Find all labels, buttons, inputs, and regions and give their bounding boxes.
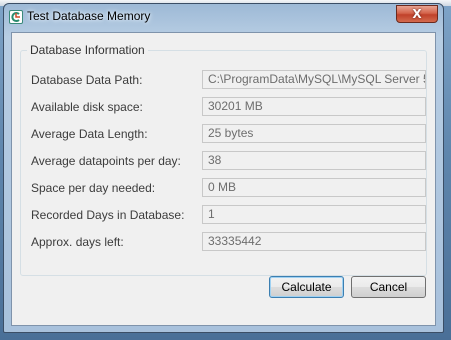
label-average-data-length: Average Data Length:	[31, 127, 148, 141]
label-data-path: Database Data Path:	[31, 73, 143, 87]
label-space-per-day: Space per day needed:	[31, 181, 156, 195]
window-title: Test Database Memory	[27, 9, 151, 23]
field-average-data-length: 25 bytes	[202, 124, 426, 143]
label-available-disk-space: Available disk space:	[31, 100, 143, 114]
calculate-button[interactable]: Calculate	[269, 276, 344, 298]
close-icon: X	[412, 7, 422, 21]
field-average-datapoints: 38	[202, 151, 426, 170]
label-days-left: Approx. days left:	[31, 235, 124, 249]
field-days-left: 33335442	[202, 232, 426, 251]
dialog-window: Test Database Memory X Database Informat…	[3, 3, 444, 333]
field-recorded-days: 1	[202, 205, 426, 224]
label-recorded-days: Recorded Days in Database:	[31, 208, 185, 222]
close-button[interactable]: X	[396, 5, 438, 23]
label-average-datapoints: Average datapoints per day:	[31, 154, 181, 168]
field-space-per-day: 0 MB	[202, 178, 426, 197]
title-bar[interactable]: Test Database Memory X	[4, 4, 443, 30]
app-logo-icon	[9, 10, 23, 24]
field-available-disk-space: 30201 MB	[202, 97, 426, 116]
cancel-button[interactable]: Cancel	[351, 276, 426, 298]
group-legend: Database Information	[27, 43, 148, 57]
field-data-path: C:\ProgramData\MySQL\MySQL Server 5.5\	[202, 70, 426, 89]
